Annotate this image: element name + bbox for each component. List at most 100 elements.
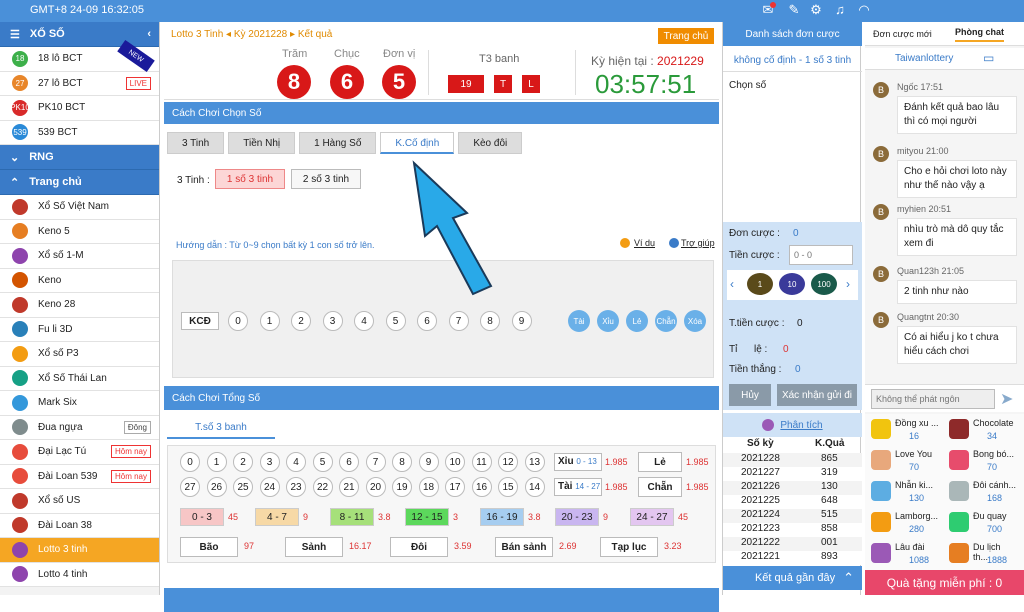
sum-ball-13[interactable]: 13 <box>524 452 545 472</box>
digit-ball-1[interactable]: 1 <box>259 311 280 331</box>
sidebar-item[interactable]: Keno <box>0 268 159 293</box>
sum-ball-10[interactable]: 10 <box>445 452 465 472</box>
range-button[interactable]: 16 - 19 <box>480 508 524 526</box>
option-1-so-3-tinh[interactable]: 1 số 3 tinh <box>215 169 285 189</box>
sum-ball-15[interactable]: 15 <box>498 477 518 497</box>
quick-pick-4[interactable]: Xóa <box>684 310 706 332</box>
chevron-left-icon[interactable]: ‹ <box>147 28 151 40</box>
quick-pick-1[interactable]: Xỉu <box>597 310 619 332</box>
gift-item[interactable]: Đôi cánh... 168 <box>947 478 1017 508</box>
digit-ball-0[interactable]: 0 <box>228 311 248 331</box>
sidebar-item[interactable]: 539 539 BCT <box>0 120 159 145</box>
option-2-so-3-tinh[interactable]: 2 số 3 tinh <box>291 169 361 189</box>
gift-item[interactable]: Lamborg... 280 <box>869 509 939 539</box>
sum-ball-25[interactable]: 25 <box>233 477 253 497</box>
quick-pick-2[interactable]: Lẻ <box>626 310 648 332</box>
tab-3[interactable]: K.Cố định <box>380 132 455 154</box>
digit-ball-5[interactable]: 5 <box>385 311 406 331</box>
chat-input[interactable] <box>871 389 995 409</box>
range-button[interactable]: 24 - 27 <box>630 508 674 526</box>
tab-2[interactable]: 1 Hàng Số <box>299 132 377 154</box>
special-bet-button[interactable]: Bán sảnh <box>495 537 553 557</box>
gift-item[interactable]: Đồng xu ... 16 <box>869 416 939 446</box>
sidebar-item[interactable]: Đài Loan 539 Hôm nay <box>0 464 159 489</box>
edit-icon[interactable]: ✎ <box>786 2 802 18</box>
recent-results-bar[interactable]: Kết quả gần đây ⌃ <box>723 566 862 590</box>
sidebar-item[interactable]: Mark Six <box>0 391 159 416</box>
sum-ball-17[interactable]: 17 <box>445 477 465 497</box>
sidebar-section-home[interactable]: ⌃ Trang chủ <box>0 170 159 195</box>
sidebar-item[interactable]: PK10 PK10 BCT <box>0 96 159 121</box>
menu-icon[interactable]: ☰ <box>10 28 20 41</box>
sidebar-item[interactable]: 18 18 lô BCT NEW <box>0 39 159 73</box>
sum-ball-24[interactable]: 24 <box>259 477 280 497</box>
special-bet-button[interactable]: Đôi <box>390 537 448 557</box>
sidebar-item[interactable]: Keno 5 <box>0 219 159 244</box>
sum-ball-22[interactable]: 22 <box>312 477 333 497</box>
speaker-icon[interactable]: ♫ <box>832 2 848 18</box>
sum-ball-11[interactable]: 11 <box>471 452 492 472</box>
gift-item[interactable]: Bong bó... 70 <box>947 447 1017 477</box>
sidebar-item[interactable]: Xổ số P3 <box>0 342 159 367</box>
quick-pick-3[interactable]: Chẵn <box>655 310 677 332</box>
sidebar-item[interactable]: 27 27 lô BCT LIVE <box>0 71 159 96</box>
cancel-button[interactable]: Hủy <box>729 384 771 406</box>
arrow-left-icon[interactable]: ◂ <box>226 29 231 40</box>
range-button[interactable]: 0 - 3 <box>180 508 224 526</box>
range-button[interactable]: 20 - 23 <box>555 508 599 526</box>
sum-ball-0[interactable]: 0 <box>180 452 200 472</box>
chip-1[interactable]: 1 <box>747 273 773 295</box>
tv-icon[interactable]: ▭ <box>983 51 994 65</box>
sidebar-item[interactable]: Fu li 3D <box>0 317 159 342</box>
result-link[interactable]: Kết quả <box>298 29 332 40</box>
sum-ball-7[interactable]: 7 <box>365 452 386 472</box>
gift-item[interactable]: Du lịch th... 1888 <box>947 540 1017 570</box>
special-bet-button[interactable]: Tạp lục <box>600 537 658 557</box>
chevron-left-icon[interactable]: ‹ <box>730 277 734 291</box>
range-button[interactable]: 8 - 11 <box>330 508 374 526</box>
sidebar-item[interactable]: Đại Lạc Tú Hôm nay <box>0 440 159 465</box>
sum-ball-20[interactable]: 20 <box>365 477 386 497</box>
sum-ball-1[interactable]: 1 <box>206 452 227 472</box>
sum-ball-4[interactable]: 4 <box>286 452 306 472</box>
sum-ball-16[interactable]: 16 <box>471 477 492 497</box>
sum-ball-14[interactable]: 14 <box>524 477 545 497</box>
tab-0[interactable]: 3 Tinh <box>167 132 225 154</box>
sum-ball-23[interactable]: 23 <box>286 477 306 497</box>
sum-ball-6[interactable]: 6 <box>339 452 359 472</box>
analysis-link[interactable]: Phân tích <box>780 420 822 431</box>
tab-4[interactable]: Kèo đôi <box>458 132 523 154</box>
sidebar-item[interactable]: Đài Loan 38 <box>0 513 159 538</box>
breadcrumb-game[interactable]: Lotto 3 Tinh <box>171 29 223 40</box>
gift-item[interactable]: Nhẫn ki... 130 <box>869 478 939 508</box>
sum-ball-8[interactable]: 8 <box>392 452 412 472</box>
sidebar-item[interactable]: Đua ngựa Đông <box>0 415 159 440</box>
example-link[interactable]: Ví dụ <box>634 238 655 248</box>
arrow-right-icon[interactable]: ▸ <box>290 29 295 40</box>
sidebar-item[interactable]: Xổ số 1-M <box>0 244 159 269</box>
special-bet-button[interactable]: Bão <box>180 537 238 557</box>
sidebar-item[interactable]: Lotto 3 tinh <box>0 538 159 563</box>
tab-total-3-balls[interactable]: T.số 3 banh <box>167 417 275 439</box>
sum-ball-19[interactable]: 19 <box>392 477 412 497</box>
special-bet-button[interactable]: Sảnh <box>285 537 343 557</box>
sum-ball-3[interactable]: 3 <box>259 452 280 472</box>
gear-icon[interactable]: ⚙ <box>808 2 824 18</box>
sidebar-section-xoso[interactable]: ☰ XỔ SỐ ‹ <box>0 22 159 47</box>
sum-ball-26[interactable]: 26 <box>206 477 227 497</box>
sidebar-item[interactable]: Xổ Số Thái Lan <box>0 366 159 391</box>
chan-button[interactable]: Chẵn <box>638 477 682 497</box>
sum-ball-18[interactable]: 18 <box>418 477 439 497</box>
sum-ball-5[interactable]: 5 <box>312 452 333 472</box>
chip-10[interactable]: 10 <box>779 273 805 295</box>
free-gift-bar[interactable]: Quà tặng miễn phí : 0 <box>865 570 1024 595</box>
sum-ball-12[interactable]: 12 <box>498 452 518 472</box>
tab-chat-room[interactable]: Phòng chat <box>955 27 1004 42</box>
digit-ball-6[interactable]: 6 <box>417 311 437 331</box>
help-link[interactable]: Trợ giúp <box>681 238 715 248</box>
chip-100[interactable]: 100 <box>811 273 837 295</box>
tab-new-orders[interactable]: Đơn cược mới <box>873 29 932 39</box>
sum-ball-27[interactable]: 27 <box>180 477 200 497</box>
gift-item[interactable]: Lâu đài 1088 <box>869 540 939 570</box>
digit-ball-7[interactable]: 7 <box>448 311 469 331</box>
